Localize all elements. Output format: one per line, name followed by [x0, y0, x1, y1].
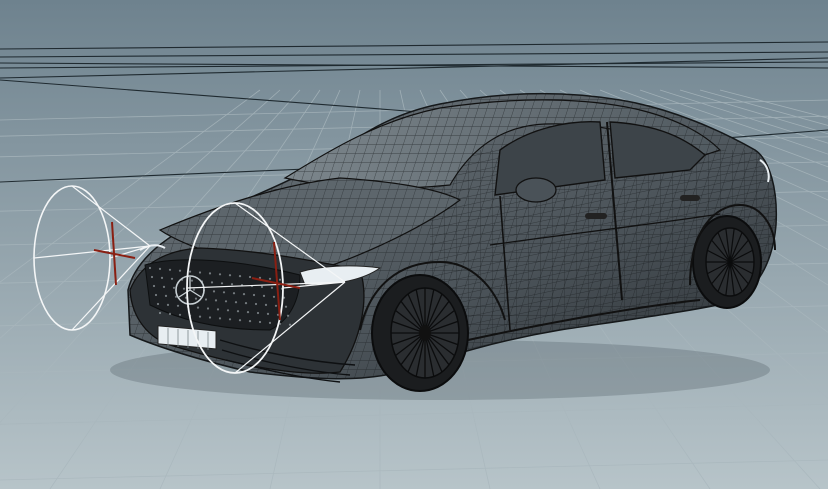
front-door-handle [585, 213, 607, 219]
front-wheel [371, 274, 469, 392]
scene-canvas[interactable] [0, 0, 828, 489]
side-mirror [515, 177, 557, 203]
3d-viewport[interactable] [0, 0, 828, 489]
rear-door-handle [680, 195, 700, 201]
